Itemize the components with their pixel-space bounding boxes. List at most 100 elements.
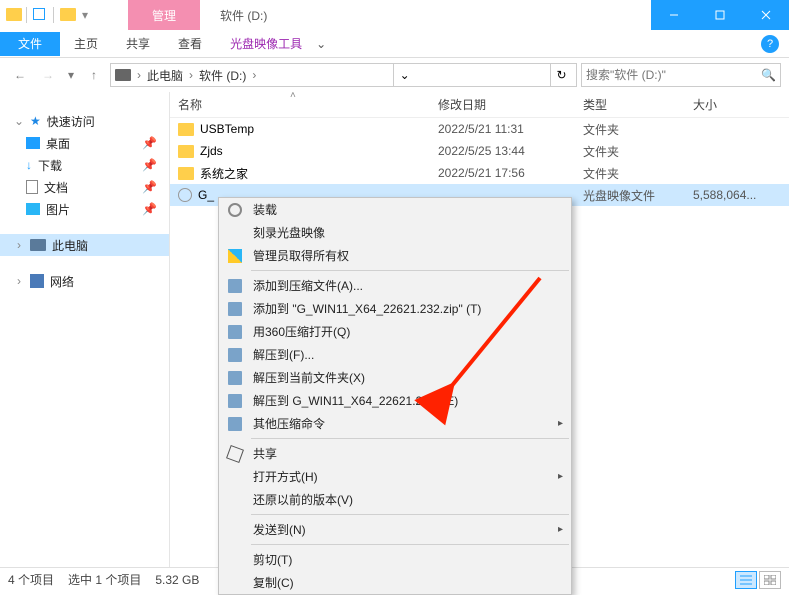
column-header-type[interactable]: 类型	[583, 96, 693, 113]
search-box[interactable]: 🔍	[581, 63, 781, 87]
menu-item[interactable]: 添加到压缩文件(A)...	[219, 274, 571, 297]
status-size: 5.32 GB	[155, 573, 199, 587]
file-row[interactable]: 系统之家2022/5/21 17:56文件夹	[170, 162, 789, 184]
minimize-button[interactable]	[651, 0, 697, 30]
file-date: 2022/5/21 17:56	[438, 166, 583, 180]
window-controls	[651, 0, 789, 30]
pin-icon: 📌	[142, 180, 157, 194]
menu-item-label: 刻录光盘映像	[253, 224, 325, 241]
properties-icon[interactable]	[33, 8, 47, 22]
search-icon[interactable]: 🔍	[761, 68, 776, 82]
pin-icon: 📌	[142, 136, 157, 150]
sidebar-this-pc[interactable]: ›此电脑	[0, 234, 169, 256]
breadcrumb[interactable]: 软件 (D:)	[199, 67, 246, 84]
file-menu[interactable]: 文件	[0, 32, 60, 56]
help-button[interactable]: ?	[761, 35, 779, 53]
close-button[interactable]	[743, 0, 789, 30]
folder-icon	[178, 145, 194, 158]
menu-separator	[251, 544, 569, 545]
pictures-icon	[26, 203, 40, 215]
archive-icon	[226, 392, 244, 410]
menu-item-label: 解压到 G_WIN11_X64_22621.232\ (E)	[253, 392, 458, 409]
menu-item[interactable]: 刻录光盘映像	[219, 221, 571, 244]
address-bar[interactable]: › 此电脑 › 软件 (D:) › ⌄ ↻	[110, 63, 577, 87]
folder-icon	[178, 123, 194, 136]
sidebar-item-desktop[interactable]: 桌面📌	[0, 132, 169, 154]
menu-item[interactable]: 解压到(F)...	[219, 343, 571, 366]
menu-item[interactable]: 发送到(N)	[219, 518, 571, 541]
menu-item[interactable]: 添加到 "G_WIN11_X64_22621.232.zip" (T)	[219, 297, 571, 320]
ribbon-tab-home[interactable]: 主页	[60, 32, 112, 56]
thumbnails-view-button[interactable]	[759, 571, 781, 589]
folder-icon[interactable]	[60, 8, 74, 22]
chevron-down-icon[interactable]: ▾	[82, 8, 88, 22]
chevron-right-icon[interactable]: ›	[252, 68, 256, 82]
address-dropdown-icon[interactable]: ⌄	[393, 64, 415, 86]
file-name: Zjds	[200, 144, 223, 158]
up-button[interactable]: ↑	[82, 63, 106, 87]
column-header-size[interactable]: 大小	[693, 96, 789, 113]
status-selection: 选中 1 个项目	[68, 571, 141, 588]
desktop-icon	[26, 137, 40, 149]
contextual-tab-manage[interactable]: 管理	[128, 0, 200, 30]
back-button[interactable]: ←	[8, 63, 32, 87]
forward-button[interactable]: →	[36, 63, 60, 87]
search-input[interactable]	[586, 68, 761, 82]
menu-item[interactable]: 剪切(T)	[219, 548, 571, 571]
sidebar-item-pictures[interactable]: 图片📌	[0, 198, 169, 220]
separator	[26, 7, 27, 23]
menu-item-label: 剪切(T)	[253, 551, 292, 568]
menu-item[interactable]: 共享	[219, 442, 571, 465]
recent-dropdown[interactable]: ▾	[64, 63, 78, 87]
ribbon-tab-share[interactable]: 共享	[112, 32, 164, 56]
menu-item[interactable]: 打开方式(H)	[219, 465, 571, 488]
pin-icon: 📌	[142, 158, 157, 172]
ribbon-tab-disc-tools[interactable]: 光盘映像工具	[216, 32, 316, 56]
menu-item[interactable]: 用360压缩打开(Q)	[219, 320, 571, 343]
chevron-right-icon[interactable]: ›	[137, 68, 141, 82]
menu-item[interactable]: 解压到 G_WIN11_X64_22621.232\ (E)	[219, 389, 571, 412]
ribbon-tab-view[interactable]: 查看	[164, 32, 216, 56]
sidebar-item-documents[interactable]: 文档📌	[0, 176, 169, 198]
menu-item-label: 解压到(F)...	[253, 346, 314, 363]
menu-item-label: 添加到压缩文件(A)...	[253, 277, 363, 294]
column-header-date[interactable]: 修改日期	[438, 96, 583, 113]
menu-item-label: 其他压缩命令	[253, 415, 325, 432]
sidebar-network[interactable]: ›网络	[0, 270, 169, 292]
maximize-button[interactable]	[697, 0, 743, 30]
folder-icon	[6, 8, 20, 22]
file-name: 系统之家	[200, 165, 248, 182]
file-row[interactable]: USBTemp2022/5/21 11:31文件夹	[170, 118, 789, 140]
menu-item-label: 解压到当前文件夹(X)	[253, 369, 365, 386]
menu-item[interactable]: 其他压缩命令	[219, 412, 571, 435]
file-name: USBTemp	[200, 122, 254, 136]
menu-item[interactable]: 管理员取得所有权	[219, 244, 571, 267]
menu-item-label: 用360压缩打开(Q)	[253, 323, 350, 340]
menu-item[interactable]: 解压到当前文件夹(X)	[219, 366, 571, 389]
ribbon-expand-icon[interactable]: ⌄	[316, 37, 326, 51]
menu-item-label: 管理员取得所有权	[253, 247, 349, 264]
address-bar-row: ← → ▾ ↑ › 此电脑 › 软件 (D:) › ⌄ ↻ 🔍	[0, 58, 789, 92]
column-header-name[interactable]: 名称	[178, 96, 438, 113]
file-row[interactable]: Zjds2022/5/25 13:44文件夹	[170, 140, 789, 162]
menu-item-label: 复制(C)	[253, 574, 294, 591]
star-icon: ★	[30, 114, 41, 128]
separator	[53, 7, 54, 23]
disk-icon	[226, 201, 244, 219]
menu-separator	[251, 514, 569, 515]
shield-icon	[226, 247, 244, 265]
status-item-count: 4 个项目	[8, 571, 54, 588]
menu-item[interactable]: 装载	[219, 198, 571, 221]
context-menu: 装载刻录光盘映像管理员取得所有权添加到压缩文件(A)... 添加到 "G_WIN1…	[218, 197, 572, 595]
menu-item-label: 共享	[253, 445, 277, 462]
iso-icon	[178, 188, 192, 202]
breadcrumb[interactable]: 此电脑	[147, 67, 183, 84]
sidebar-item-downloads[interactable]: ↓下载📌	[0, 154, 169, 176]
details-view-button[interactable]	[735, 571, 757, 589]
refresh-button[interactable]: ↻	[550, 64, 572, 86]
file-type: 文件夹	[583, 143, 693, 160]
sidebar-quick-access[interactable]: ⌄★快速访问	[0, 110, 169, 132]
chevron-right-icon[interactable]: ›	[189, 68, 193, 82]
menu-item[interactable]: 还原以前的版本(V)	[219, 488, 571, 511]
file-type: 光盘映像文件	[583, 187, 693, 204]
